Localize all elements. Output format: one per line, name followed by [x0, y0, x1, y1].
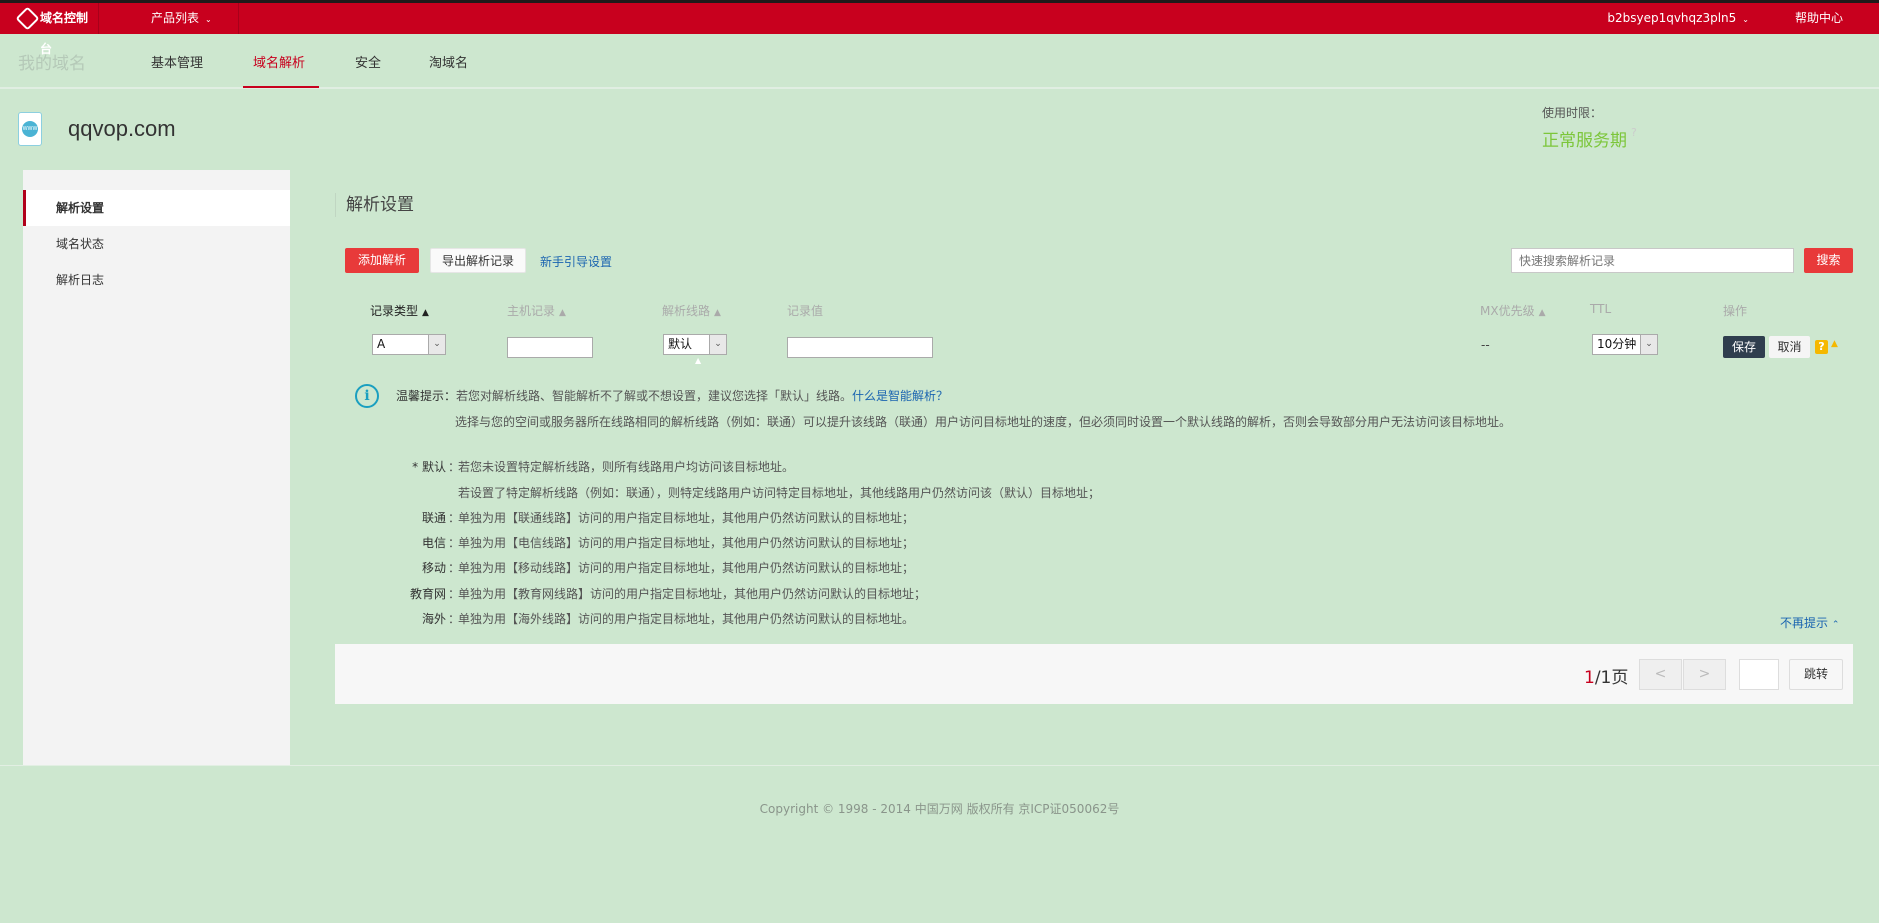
tab-dns[interactable]: 域名解析: [253, 52, 305, 71]
host-input[interactable]: [507, 337, 593, 358]
tip-line-label: 移动: [421, 561, 446, 575]
mx-value: --: [1481, 338, 1490, 352]
chevron-up-icon: ⌃: [1831, 620, 1840, 630]
active-tab-underline: [243, 86, 319, 88]
www-globe-icon: WWW: [18, 112, 42, 146]
cancel-button[interactable]: 取消: [1769, 336, 1810, 358]
save-button[interactable]: 保存: [1723, 336, 1765, 358]
add-record-button[interactable]: 添加解析: [345, 248, 419, 273]
username: b2bsyep1qvhqz3pln5: [1607, 11, 1737, 25]
sidebar-item-dns-settings[interactable]: 解析设置: [23, 190, 290, 226]
sidebar-item-dns-log[interactable]: 解析日志: [23, 262, 290, 298]
col-value: 记录值: [787, 304, 824, 318]
tab-taoyuming[interactable]: 淘域名: [429, 52, 468, 71]
col-mx[interactable]: MX优先级 ▲: [1480, 302, 1546, 319]
col-ttl: TTL: [1590, 302, 1612, 316]
chevron-down-icon: ⌄: [1640, 335, 1657, 354]
usage-status-text: 正常服务期: [1542, 131, 1627, 151]
tip-line-text: 若设置了特定解析线路（例如：联通），则特定线路用户访问特定目标地址，其他线路用户…: [458, 486, 1101, 500]
col-host[interactable]: 主机记录 ▲: [507, 302, 566, 319]
sort-up-icon: ▲: [559, 308, 566, 318]
product-list-menu[interactable]: 产品列表 ⌄: [99, 3, 239, 34]
select-value: 10分钟: [1597, 337, 1637, 351]
smart-dns-link[interactable]: 什么是智能解析？: [852, 389, 948, 403]
info-icon: i: [355, 384, 379, 408]
tip-line-text: 单独为用【联通线路】访问的用户指定目标地址，其他用户仍然访问默认的目标地址；: [458, 511, 915, 525]
next-page-button[interactable]: >: [1683, 659, 1726, 690]
search-button[interactable]: 搜索: [1804, 248, 1853, 273]
top-bar: 域名控制台 产品列表 ⌄ b2bsyep1qvhqz3pln5 ⌄ 帮助中心: [0, 0, 1879, 56]
jump-button[interactable]: 跳转: [1789, 659, 1843, 690]
sort-up-icon: ▲: [1538, 308, 1546, 318]
col-label: MX优先级: [1480, 304, 1535, 318]
help-icon[interactable]: ?: [1815, 340, 1828, 354]
tip-line-text: 单独为用【移动线路】访问的用户指定目标地址，其他用户仍然访问默认的目标地址；: [458, 561, 915, 575]
tip-line-label: 电信: [421, 536, 446, 550]
export-records-button[interactable]: 导出解析记录: [430, 248, 526, 273]
tip-line-2: 选择与您的空间或服务器所在线路相同的解析线路（例如：联通）可以提升该线路（联通）…: [455, 415, 1512, 429]
copyright: Copyright © 1998 - 2014 中国万网 版权所有 京ICP证0…: [759, 802, 1120, 816]
tab-security[interactable]: 安全: [355, 52, 381, 71]
tip-line-text: 单独为用【教育网线路】访问的用户指定目标地址，其他用户仍然访问默认的目标地址；: [458, 587, 927, 601]
chevron-down-icon: ⌄: [205, 15, 212, 24]
select-value: A: [377, 337, 386, 351]
dismiss-tips-link[interactable]: 不再提示 ⌃: [1780, 614, 1839, 631]
current-page: 1: [1584, 668, 1595, 688]
col-label: 解析线路: [662, 304, 711, 318]
tip-line-1: 温馨提示：若您对解析线路、智能解析不了解或不想设置，建议您选择「默认」线路。什么…: [396, 387, 948, 404]
prev-page-button[interactable]: <: [1639, 659, 1682, 690]
tip-line-label: 海外: [421, 612, 446, 626]
sort-up-icon: ▲: [714, 308, 721, 318]
total-pages: /1页: [1594, 668, 1629, 688]
col-label: 记录类型: [370, 304, 419, 318]
tip-line-label: 教育网: [409, 587, 446, 601]
usage-status: 正常服务期?: [1542, 126, 1637, 151]
ttl-select[interactable]: 10分钟 ⌄: [1592, 334, 1658, 355]
chevron-down-icon: ⌄: [1742, 15, 1749, 24]
question-circle-icon[interactable]: ?: [1631, 126, 1637, 139]
caret-up-icon: ▲: [695, 356, 702, 365]
col-line[interactable]: 解析线路 ▲: [662, 302, 721, 319]
tip-line-text: 单独为用【海外线路】访问的用户指定目标地址，其他用户仍然访问默认的目标地址。: [458, 612, 915, 626]
tip-text: 若您对解析线路、智能解析不了解或不想设置，建议您选择「默认」线路。: [456, 389, 853, 403]
collapse-tips-icon[interactable]: ▲: [1831, 339, 1838, 349]
my-domains-title[interactable]: 我的域名: [18, 49, 86, 74]
product-list-label: 产品列表: [151, 11, 200, 25]
domain-name: qqvop.com: [68, 116, 176, 141]
sort-up-icon: ▲: [422, 308, 429, 318]
guide-settings-link[interactable]: 新手引导设置: [540, 253, 612, 270]
sidebar: 解析设置 域名状态 解析日志: [23, 170, 290, 765]
col-actions: 操作: [1723, 304, 1748, 318]
tip-line-text: 若您未设置特定解析线路，则所有线路用户均访问该目标地址。: [458, 460, 795, 474]
page-jump-input[interactable]: [1739, 659, 1779, 690]
value-input[interactable]: [787, 337, 933, 358]
user-menu[interactable]: b2bsyep1qvhqz3pln5 ⌄: [1607, 3, 1749, 35]
usage-label: 使用时限：: [1542, 106, 1603, 120]
tip-line-label: 联通: [421, 511, 446, 525]
search-input[interactable]: [1511, 248, 1794, 273]
console-logo[interactable]: 域名控制台: [0, 3, 99, 56]
chevron-down-icon: ⌄: [709, 335, 726, 354]
col-label: 主机记录: [507, 304, 556, 318]
tip-line-label: * 默认: [412, 460, 446, 474]
help-center-link[interactable]: 帮助中心: [1795, 3, 1843, 34]
col-record-type[interactable]: 记录类型 ▲: [370, 302, 429, 319]
page-title: 解析设置: [335, 193, 414, 217]
tip-label: 温馨提示：: [396, 389, 457, 403]
sub-nav: 我的域名 基本管理 域名解析 安全 淘域名: [0, 34, 1879, 89]
footer-divider: [0, 765, 1879, 766]
page-info: 1/1页: [1584, 663, 1628, 688]
tip-line-text: 单独为用【电信线路】访问的用户指定目标地址，其他用户仍然访问默认的目标地址；: [458, 536, 915, 550]
dismiss-label: 不再提示: [1780, 616, 1829, 630]
select-value: 默认: [668, 337, 693, 351]
sidebar-item-domain-status[interactable]: 域名状态: [23, 226, 290, 262]
chevron-down-icon: ⌄: [428, 335, 445, 354]
record-type-select[interactable]: A ⌄: [372, 334, 446, 355]
line-select[interactable]: 默认 ⌄: [663, 334, 727, 355]
logo-icon: [15, 6, 40, 31]
tab-basic[interactable]: 基本管理: [151, 52, 203, 71]
